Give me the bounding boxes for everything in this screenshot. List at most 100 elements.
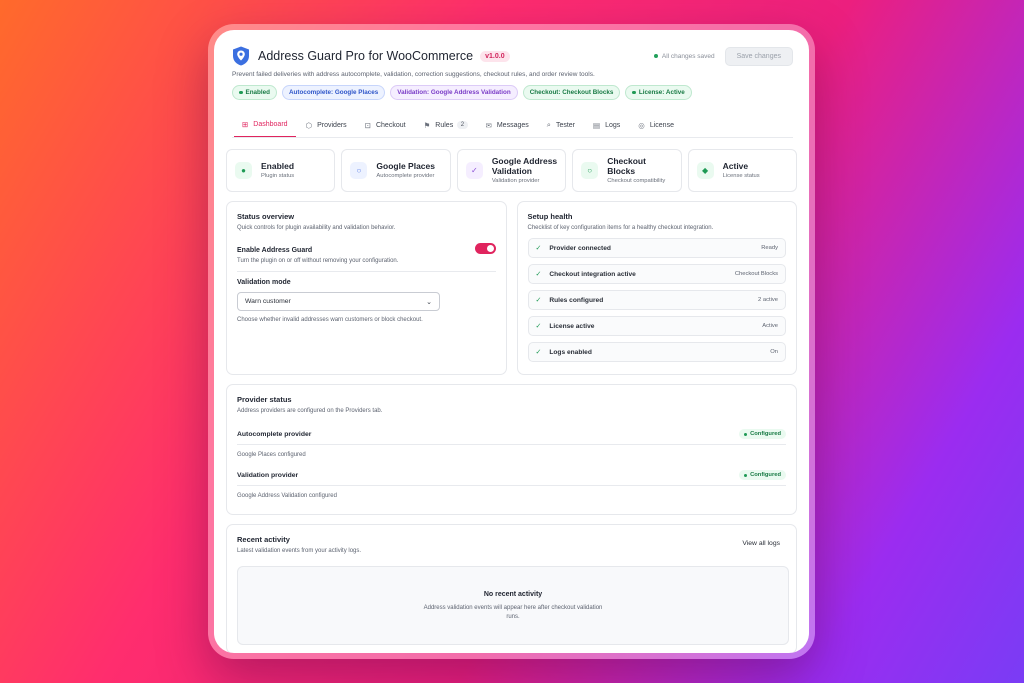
- check-icon: ✓: [535, 245, 542, 252]
- status-dot-icon: [632, 90, 636, 95]
- stat-subtitle: Autocomplete provider: [376, 173, 435, 180]
- badge-label: Autocomplete: Google Places: [289, 89, 379, 96]
- empty-state-line: runs.: [506, 614, 520, 621]
- status-dot-icon: [744, 432, 748, 436]
- card-subtitle: Checklist of key configuration items for…: [527, 225, 714, 231]
- dashboard-content: ● Enabled Plugin status ○ Google Places Au…: [214, 138, 809, 653]
- shield-logo-icon: [233, 46, 249, 66]
- rules-count-badge: 2: [457, 121, 468, 129]
- tab-rules[interactable]: ⚑ Rules 2: [416, 112, 476, 137]
- check-icon: ✓: [535, 323, 542, 330]
- setup-health-card: Setup health Checklist of key configurat…: [516, 201, 797, 375]
- chevron-down-icon: ⌄: [426, 298, 432, 306]
- enable-setting: Enable Address Guard Turn the plugin on …: [237, 231, 496, 264]
- tab-label: Checkout: [375, 121, 406, 129]
- stat-subtitle: Plugin status: [261, 173, 295, 180]
- badge-label: Validation: Google Address Validation: [397, 89, 511, 96]
- overview-row: Status overview Quick controls for plugi…: [226, 201, 797, 375]
- app-subtitle: Prevent failed deliveries with address a…: [232, 71, 595, 78]
- status-badge-autocomplete: Autocomplete: Google Places: [282, 85, 386, 100]
- grid-icon: ⊞: [242, 120, 249, 129]
- search-icon: ⌕: [546, 120, 551, 129]
- provider-description: Google Address Validation configured: [237, 493, 337, 499]
- tab-label: License: [649, 121, 674, 129]
- check-icon: ✓: [535, 349, 542, 356]
- setting-title: Validation mode: [237, 279, 291, 286]
- stat-title: Google Address Validation: [491, 156, 558, 176]
- key-icon: ◎: [638, 120, 645, 130]
- tab-dashboard[interactable]: ⊞ Dashboard: [234, 112, 296, 137]
- status-dot-icon: [744, 473, 748, 477]
- stat-title: Enabled: [261, 160, 295, 171]
- stat-subtitle: Validation provider: [491, 177, 540, 184]
- validation-provider-row: Validation provider Configured: [237, 470, 786, 480]
- tab-label: Messages: [496, 121, 529, 129]
- status-badge-enabled: Enabled: [232, 85, 277, 100]
- list-item: ✓ Logs enabled On: [527, 342, 786, 362]
- device-frame: Address Guard Pro for WooCommerce v1.0.0…: [208, 24, 815, 659]
- status-badge-license: License: Active: [625, 85, 692, 100]
- check-icon: ✓: [535, 297, 542, 304]
- select-value: Warn customer: [245, 298, 291, 305]
- diamond-icon: ◆: [696, 162, 714, 179]
- app-window: Address Guard Pro for WooCommerce v1.0.0…: [214, 30, 809, 653]
- health-label: Logs enabled: [549, 348, 592, 356]
- tab-license[interactable]: ◎ License: [630, 112, 682, 137]
- divider: [237, 444, 786, 445]
- status-dot-icon: [239, 90, 243, 95]
- stat-card-license: ◆ Active License status: [687, 149, 798, 192]
- tab-label: Providers: [317, 121, 347, 129]
- stat-card-enabled: ● Enabled Plugin status: [226, 149, 336, 192]
- stat-title: Checkout Blocks: [607, 156, 646, 176]
- badge-label: Configured: [750, 472, 781, 478]
- stat-subtitle: Checkout compatibility: [607, 177, 666, 184]
- health-list: ✓ Provider connected Ready ✓ Checkout integ…: [527, 238, 786, 362]
- view-all-logs-link[interactable]: View all logs: [742, 540, 780, 547]
- enable-toggle[interactable]: [474, 243, 496, 254]
- tab-label: Rules: [435, 121, 454, 129]
- provider-status-card: Provider status Address providers are co…: [226, 384, 797, 515]
- stat-subtitle: License status: [722, 173, 760, 180]
- badge-label: Configured: [750, 431, 781, 437]
- empty-state: No recent activity Address validation ev…: [237, 566, 789, 645]
- provider-label: Autocomplete provider: [237, 430, 312, 438]
- card-subtitle: Latest validation events from your activ…: [237, 548, 362, 554]
- card-title: Status overview: [237, 212, 295, 221]
- activity-header: Recent activity Latest validation events…: [237, 535, 786, 554]
- list-item: ✓ Rules configured 2 active: [527, 290, 786, 310]
- setting-description: Turn the plugin on or off without removi…: [237, 258, 399, 264]
- stat-title: Active: [722, 160, 749, 171]
- tab-label: Tester: [555, 121, 576, 129]
- health-label: Provider connected: [549, 244, 611, 252]
- stat-card-checkout: ○ Checkout Blocks Checkout compatibility: [572, 149, 682, 192]
- status-dot-icon: ●: [235, 162, 252, 179]
- status-badge: Configured: [739, 470, 786, 480]
- health-label: License active: [549, 322, 595, 330]
- recent-activity-card: Recent activity Latest validation events…: [226, 524, 797, 653]
- validation-mode-select[interactable]: Warn customer ⌄: [237, 292, 440, 311]
- tab-messages[interactable]: ✉ Messages: [478, 112, 537, 137]
- stat-card-autocomplete: ○ Google Places Autocomplete provider: [341, 149, 451, 192]
- tab-providers[interactable]: ⬡ Providers: [298, 112, 355, 137]
- tab-label: Logs: [605, 121, 621, 129]
- flag-icon: ⚑: [423, 120, 431, 130]
- stat-title: Google Places: [376, 160, 435, 171]
- tab-tester[interactable]: ⌕ Tester: [539, 112, 583, 137]
- version-badge: v1.0.0: [480, 50, 510, 62]
- stat-card-validation: ✓ Google Address Validation Validation pr…: [456, 149, 567, 192]
- provider-description: Google Places configured: [237, 452, 306, 458]
- tab-logs[interactable]: ▤ Logs: [585, 112, 628, 137]
- list-item: ✓ License active Active: [527, 316, 786, 336]
- autocomplete-provider-row: Autocomplete provider Configured: [237, 429, 786, 439]
- save-button[interactable]: Save changes: [724, 46, 793, 66]
- health-value: Checkout Blocks: [734, 271, 778, 277]
- app-title: Address Guard Pro for WooCommerce: [258, 49, 474, 63]
- stat-cards: ● Enabled Plugin status ○ Google Places Au…: [226, 149, 798, 192]
- status-badges: Enabled Autocomplete: Google Places Vali…: [232, 85, 793, 100]
- tab-checkout[interactable]: ⊡ Checkout: [357, 112, 414, 137]
- card-subtitle: Address providers are configured on the …: [237, 408, 383, 414]
- badge-label: Enabled: [245, 89, 271, 96]
- empty-state-title: No recent activity: [483, 591, 543, 598]
- check-icon: ✓: [535, 271, 542, 278]
- header: Address Guard Pro for WooCommerce v1.0.0…: [214, 30, 809, 138]
